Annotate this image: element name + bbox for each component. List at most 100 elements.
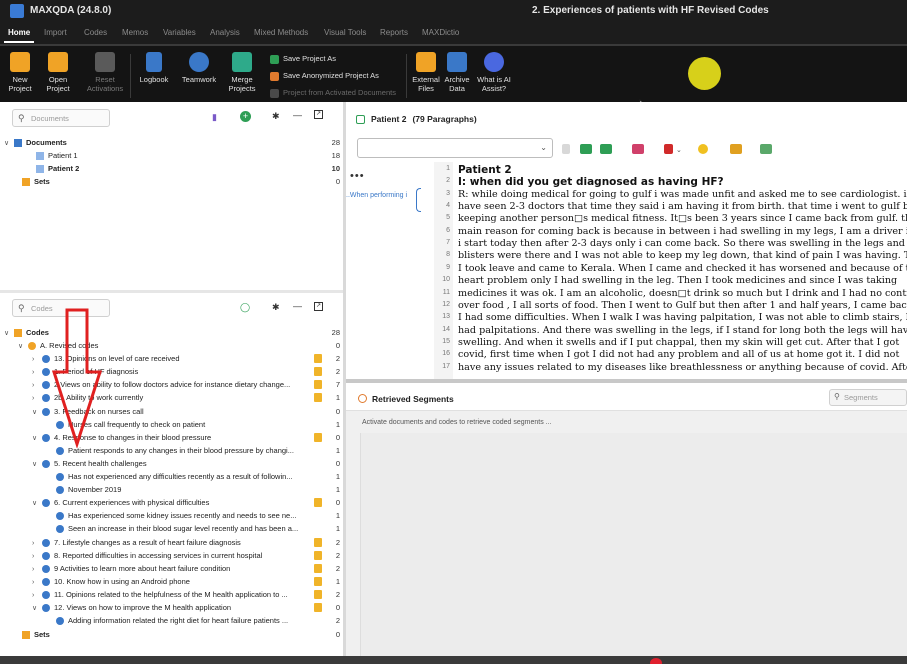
code-item[interactable]: › 9 Activities to learn more about heart …	[32, 562, 230, 575]
chevron-right-icon[interactable]: ›	[32, 576, 42, 589]
document-paragraph[interactable]: Patient 2	[458, 164, 907, 176]
chevron-down-icon[interactable]: ∨	[4, 137, 14, 150]
document-paragraph[interactable]: keeping another person□s medical fitness…	[458, 213, 907, 224]
codes-root[interactable]: ∨ Codes	[4, 326, 49, 339]
retrieved-segments-list[interactable]	[360, 433, 907, 664]
chevron-down-icon[interactable]: ∨	[32, 406, 42, 419]
segments-search-input[interactable]: ⚲ Segments	[829, 389, 907, 406]
tab-memos[interactable]: Memos	[122, 28, 148, 37]
document-sets[interactable]: Sets	[22, 175, 50, 188]
memo-icon[interactable]	[730, 144, 742, 154]
document-paragraph[interactable]: I had some difficulties. When I walk I w…	[458, 312, 907, 323]
new-document-icon[interactable]: ▮	[212, 112, 217, 123]
tab-mixed-methods[interactable]: Mixed Methods	[254, 28, 308, 37]
chevron-down-icon[interactable]: ∨	[32, 602, 42, 615]
tab-codes[interactable]: Codes	[84, 28, 107, 37]
document-paragraph[interactable]: R: while doing medical for going to gulf…	[458, 189, 907, 200]
link-icon[interactable]	[760, 144, 772, 154]
document-paragraph[interactable]: have any issues related to my diseases l…	[458, 362, 907, 373]
chevron-down-icon[interactable]: ∨	[4, 327, 14, 340]
tab-visual-tools[interactable]: Visual Tools	[324, 28, 366, 37]
chevron-down-icon[interactable]: ∨	[32, 497, 42, 510]
save-project-as-button[interactable]: Save Project As	[270, 54, 336, 64]
documents-search-input[interactable]: ⚲ Documents	[12, 109, 110, 127]
chevron-right-icon[interactable]: ›	[32, 392, 42, 405]
chevron-down-icon[interactable]: ∨	[32, 432, 42, 445]
more-options-icon[interactable]: •••	[350, 170, 365, 182]
code-item[interactable]: ∨ 5. Recent health challenges	[32, 457, 147, 470]
pane-splitter[interactable]	[0, 290, 343, 293]
open-project-button[interactable]: Open Project	[40, 52, 76, 93]
chevron-down-icon[interactable]: ⌄	[676, 146, 682, 154]
document-item[interactable]: Patient 2	[36, 162, 79, 175]
external-files-button[interactable]: External Files	[410, 52, 442, 93]
code-stepper-icon[interactable]	[562, 144, 570, 154]
code-item[interactable]: Adding information related the right die…	[46, 614, 288, 627]
merge-projects-button[interactable]: Merge Projects	[224, 52, 260, 93]
gear-icon[interactable]: ✱	[272, 302, 280, 313]
code-stripe-bracket[interactable]	[416, 188, 421, 212]
document-paragraph[interactable]: main reason for coming back is because i…	[458, 226, 907, 237]
chevron-right-icon[interactable]: ›	[32, 537, 42, 550]
code-with-recent-code-icon[interactable]	[600, 144, 612, 154]
chevron-right-icon[interactable]: ›	[32, 563, 42, 576]
documents-root[interactable]: ∨ Documents	[4, 136, 67, 149]
chevron-right-icon[interactable]: ›	[32, 550, 42, 563]
emoticode-icon[interactable]	[698, 144, 708, 154]
document-item[interactable]: Patient 1	[36, 149, 78, 162]
new-project-button[interactable]: New Project	[4, 52, 36, 93]
code-item[interactable]: › 8. Reported difficulties in accessing s…	[32, 549, 262, 562]
code-item[interactable]: › 10. Know how in using an Android phone	[32, 575, 190, 588]
quick-code-select[interactable]: ⌄	[357, 138, 553, 158]
code-item[interactable]: Seen an increase in their blood sugar le…	[46, 522, 298, 535]
code-item[interactable]: November 2019	[46, 483, 121, 496]
document-paragraph[interactable]: swelling. And when it swells and if I pu…	[458, 337, 907, 348]
minimize-icon[interactable]: —	[293, 110, 302, 120]
code-item[interactable]: ∨ 6. Current experiences with physical di…	[32, 496, 209, 509]
code-item[interactable]: Has experienced some kidney issues recen…	[46, 509, 296, 522]
undock-icon[interactable]: ↗	[314, 302, 323, 311]
tab-analysis[interactable]: Analysis	[210, 28, 240, 37]
chevron-right-icon[interactable]: ›	[32, 366, 42, 379]
document-paragraph[interactable]: medicines it was ok. I am an alcoholic, …	[458, 288, 907, 299]
chevron-right-icon[interactable]: ›	[32, 589, 42, 602]
document-paragraph[interactable]: have seen 2-3 doctors that time they sai…	[458, 201, 907, 212]
color-pen-icon[interactable]	[664, 144, 673, 154]
chevron-right-icon[interactable]: ›	[32, 379, 42, 392]
tab-import[interactable]: Import	[44, 28, 67, 37]
reset-activations-button[interactable]: Reset Activations	[84, 52, 126, 93]
ai-assist-button[interactable]: What is AI Assist?	[474, 52, 514, 93]
document-paragraph[interactable]: I took leave and came to Kerala. When I …	[458, 263, 907, 274]
document-paragraph[interactable]: i start today then after 2-3 days only i…	[458, 238, 907, 249]
highlight-code-icon[interactable]	[632, 144, 644, 154]
tab-maxdictio[interactable]: MAXDictio	[422, 28, 459, 37]
document-paragraph[interactable]: I: when did you get diagnosed as having …	[458, 176, 907, 188]
minimize-icon[interactable]: —	[293, 301, 302, 311]
chevron-down-icon[interactable]: ∨	[18, 340, 28, 353]
teamwork-button[interactable]: Teamwork	[178, 52, 220, 84]
tab-reports[interactable]: Reports	[380, 28, 408, 37]
document-paragraph[interactable]: over food , I all sorts of food. Then I …	[458, 300, 907, 311]
tab-variables[interactable]: Variables	[163, 28, 196, 37]
code-item[interactable]: ∨ 12. Views on how to improve the M healt…	[32, 601, 231, 614]
document-paragraph[interactable]: covid, first time when I got I did not h…	[458, 349, 907, 360]
code-item[interactable]: Has not experienced any difficulties rec…	[46, 470, 293, 483]
save-anonymized-button[interactable]: Save Anonymized Project As	[270, 71, 379, 81]
undock-icon[interactable]: ↗	[314, 110, 323, 119]
new-code-icon[interactable]: ◯	[240, 302, 250, 313]
document-paragraph[interactable]: blisters were there and I was not able t…	[458, 250, 907, 261]
add-icon[interactable]: +	[240, 111, 251, 122]
code-with-new-code-icon[interactable]	[580, 144, 592, 154]
code-item[interactable]: › 11. Opinions related to the helpfulness…	[32, 588, 288, 601]
tab-home[interactable]: Home	[8, 28, 30, 37]
document-paragraph[interactable]: heart problem only I had swelling in the…	[458, 275, 907, 286]
gear-icon[interactable]: ✱	[272, 111, 280, 122]
document-paragraph[interactable]: had palpitations. And there was swelling…	[458, 325, 907, 336]
logbook-button[interactable]: Logbook	[136, 52, 172, 84]
code-item[interactable]: › 7. Lifestyle changes as a result of hea…	[32, 536, 241, 549]
project-from-activated-button[interactable]: Project from Activated Documents	[270, 88, 396, 98]
archive-data-button[interactable]: Archive Data	[442, 52, 472, 93]
code-stripe-label[interactable]: ..When performing i	[346, 192, 407, 199]
chevron-right-icon[interactable]: ›	[32, 353, 42, 366]
code-sets[interactable]: Sets	[22, 628, 50, 641]
